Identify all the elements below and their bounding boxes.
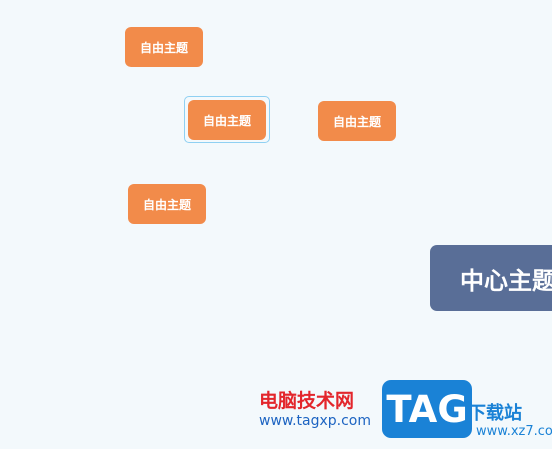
watermark-partner-name: 下载站: [468, 403, 522, 424]
floating-topic-selected[interactable]: 自由主题: [188, 100, 266, 140]
floating-topic-1[interactable]: 自由主题: [125, 27, 203, 67]
watermark-partner-url: www.xz7.com: [476, 424, 552, 439]
watermark-site-url: www.tagxp.com: [259, 413, 371, 429]
watermark-logo-text: TAG: [386, 387, 468, 431]
floating-topic-3[interactable]: 自由主题: [318, 101, 396, 141]
watermark-site-name: 电脑技术网: [259, 390, 355, 412]
mindmap-canvas[interactable]: 自由主题 自由主题 自由主题 自由主题 中心主题 电脑技术网 www.tagxp…: [0, 0, 552, 449]
central-topic-label: 中心主题: [460, 266, 552, 295]
watermark-logo: TAG: [382, 380, 472, 438]
central-topic[interactable]: 中心主题: [430, 245, 552, 311]
floating-topic-4[interactable]: 自由主题: [128, 184, 206, 224]
